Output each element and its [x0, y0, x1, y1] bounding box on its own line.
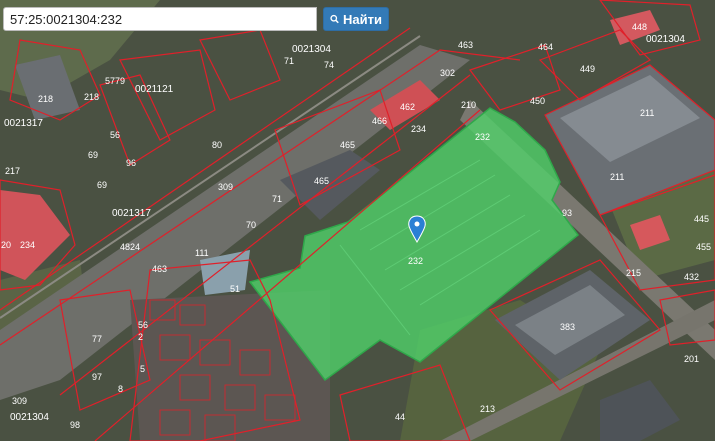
- parcel-label: 20: [1, 240, 11, 250]
- parcel-label: 234: [20, 240, 35, 250]
- parcel-label: 69: [97, 180, 107, 190]
- parcel-label: 71: [272, 194, 282, 204]
- parcel-label: 44: [395, 412, 405, 422]
- parcel-label: 302: [440, 68, 455, 78]
- parcel-label: 4824: [120, 242, 140, 252]
- parcel-label: 211: [640, 108, 654, 118]
- parcel-label: 111: [195, 248, 209, 258]
- parcel-label: 464: [538, 42, 553, 52]
- parcel-label: 211: [610, 172, 624, 182]
- search-input[interactable]: [3, 7, 317, 31]
- parcel-label: 232: [475, 132, 490, 142]
- parcel-label: 2: [138, 332, 143, 342]
- parcel-label: 466: [372, 116, 387, 126]
- parcel-label: 218: [38, 94, 53, 104]
- parcel-label: 445: [694, 214, 709, 224]
- search-bar: Найти: [3, 7, 389, 33]
- parcel-label: 450: [530, 96, 545, 106]
- map-canvas[interactable]: 0021304 0021317 0021317 0021304 0021304 …: [0, 0, 715, 441]
- parcel-label: 448: [632, 22, 647, 32]
- parcel-label: 51: [230, 284, 240, 294]
- quarter-label: 0021121: [135, 84, 174, 95]
- parcel-label: 213: [480, 404, 495, 414]
- parcel-label: 455: [696, 242, 711, 252]
- parcel-label: 98: [70, 420, 80, 430]
- quarter-label: 0021317: [112, 208, 151, 219]
- parcel-label: 80: [212, 140, 222, 150]
- parcel-label: 462: [400, 102, 415, 112]
- quarter-label: 0021304: [292, 44, 331, 55]
- search-button[interactable]: Найти: [323, 7, 389, 31]
- parcel-label: 465: [340, 140, 355, 150]
- parcel-label: 210: [461, 100, 476, 110]
- quarter-label: 0021304: [10, 412, 49, 423]
- parcel-label: 309: [218, 182, 233, 192]
- parcel-label: 74: [324, 60, 334, 70]
- parcel-label: 71: [284, 56, 294, 66]
- parcel-label: 56: [110, 130, 120, 140]
- quarter-label: 0021317: [4, 118, 43, 129]
- parcel-label: 201: [684, 354, 699, 364]
- parcel-label: 215: [626, 268, 641, 278]
- parcel-label: 218: [84, 92, 99, 102]
- parcel-label: 432: [684, 272, 699, 282]
- search-icon: [330, 14, 339, 24]
- parcel-label: 465: [314, 176, 329, 186]
- search-button-label: Найти: [343, 11, 382, 27]
- parcel-label: 463: [458, 40, 473, 50]
- parcel-label: 70: [246, 220, 256, 230]
- selected-parcel-label: 232: [408, 256, 423, 266]
- parcel-label: 8: [118, 384, 123, 394]
- parcel-label: 96: [126, 158, 136, 168]
- parcel-label: 463: [152, 264, 167, 274]
- parcel-label: 234: [411, 124, 426, 134]
- parcel-label: 77: [92, 334, 102, 344]
- parcel-label: 56: [138, 320, 148, 330]
- parcel-label: 5: [140, 364, 145, 374]
- parcel-label: 5779: [105, 76, 125, 86]
- parcel-label: 69: [88, 150, 98, 160]
- parcel-label: 93: [562, 208, 572, 218]
- parcel-label: 217: [5, 166, 20, 176]
- parcel-label: 309: [12, 396, 27, 406]
- parcel-label: 383: [560, 322, 575, 332]
- parcel-label: 97: [92, 372, 102, 382]
- quarter-label: 0021304: [646, 34, 685, 45]
- parcel-label: 449: [580, 64, 595, 74]
